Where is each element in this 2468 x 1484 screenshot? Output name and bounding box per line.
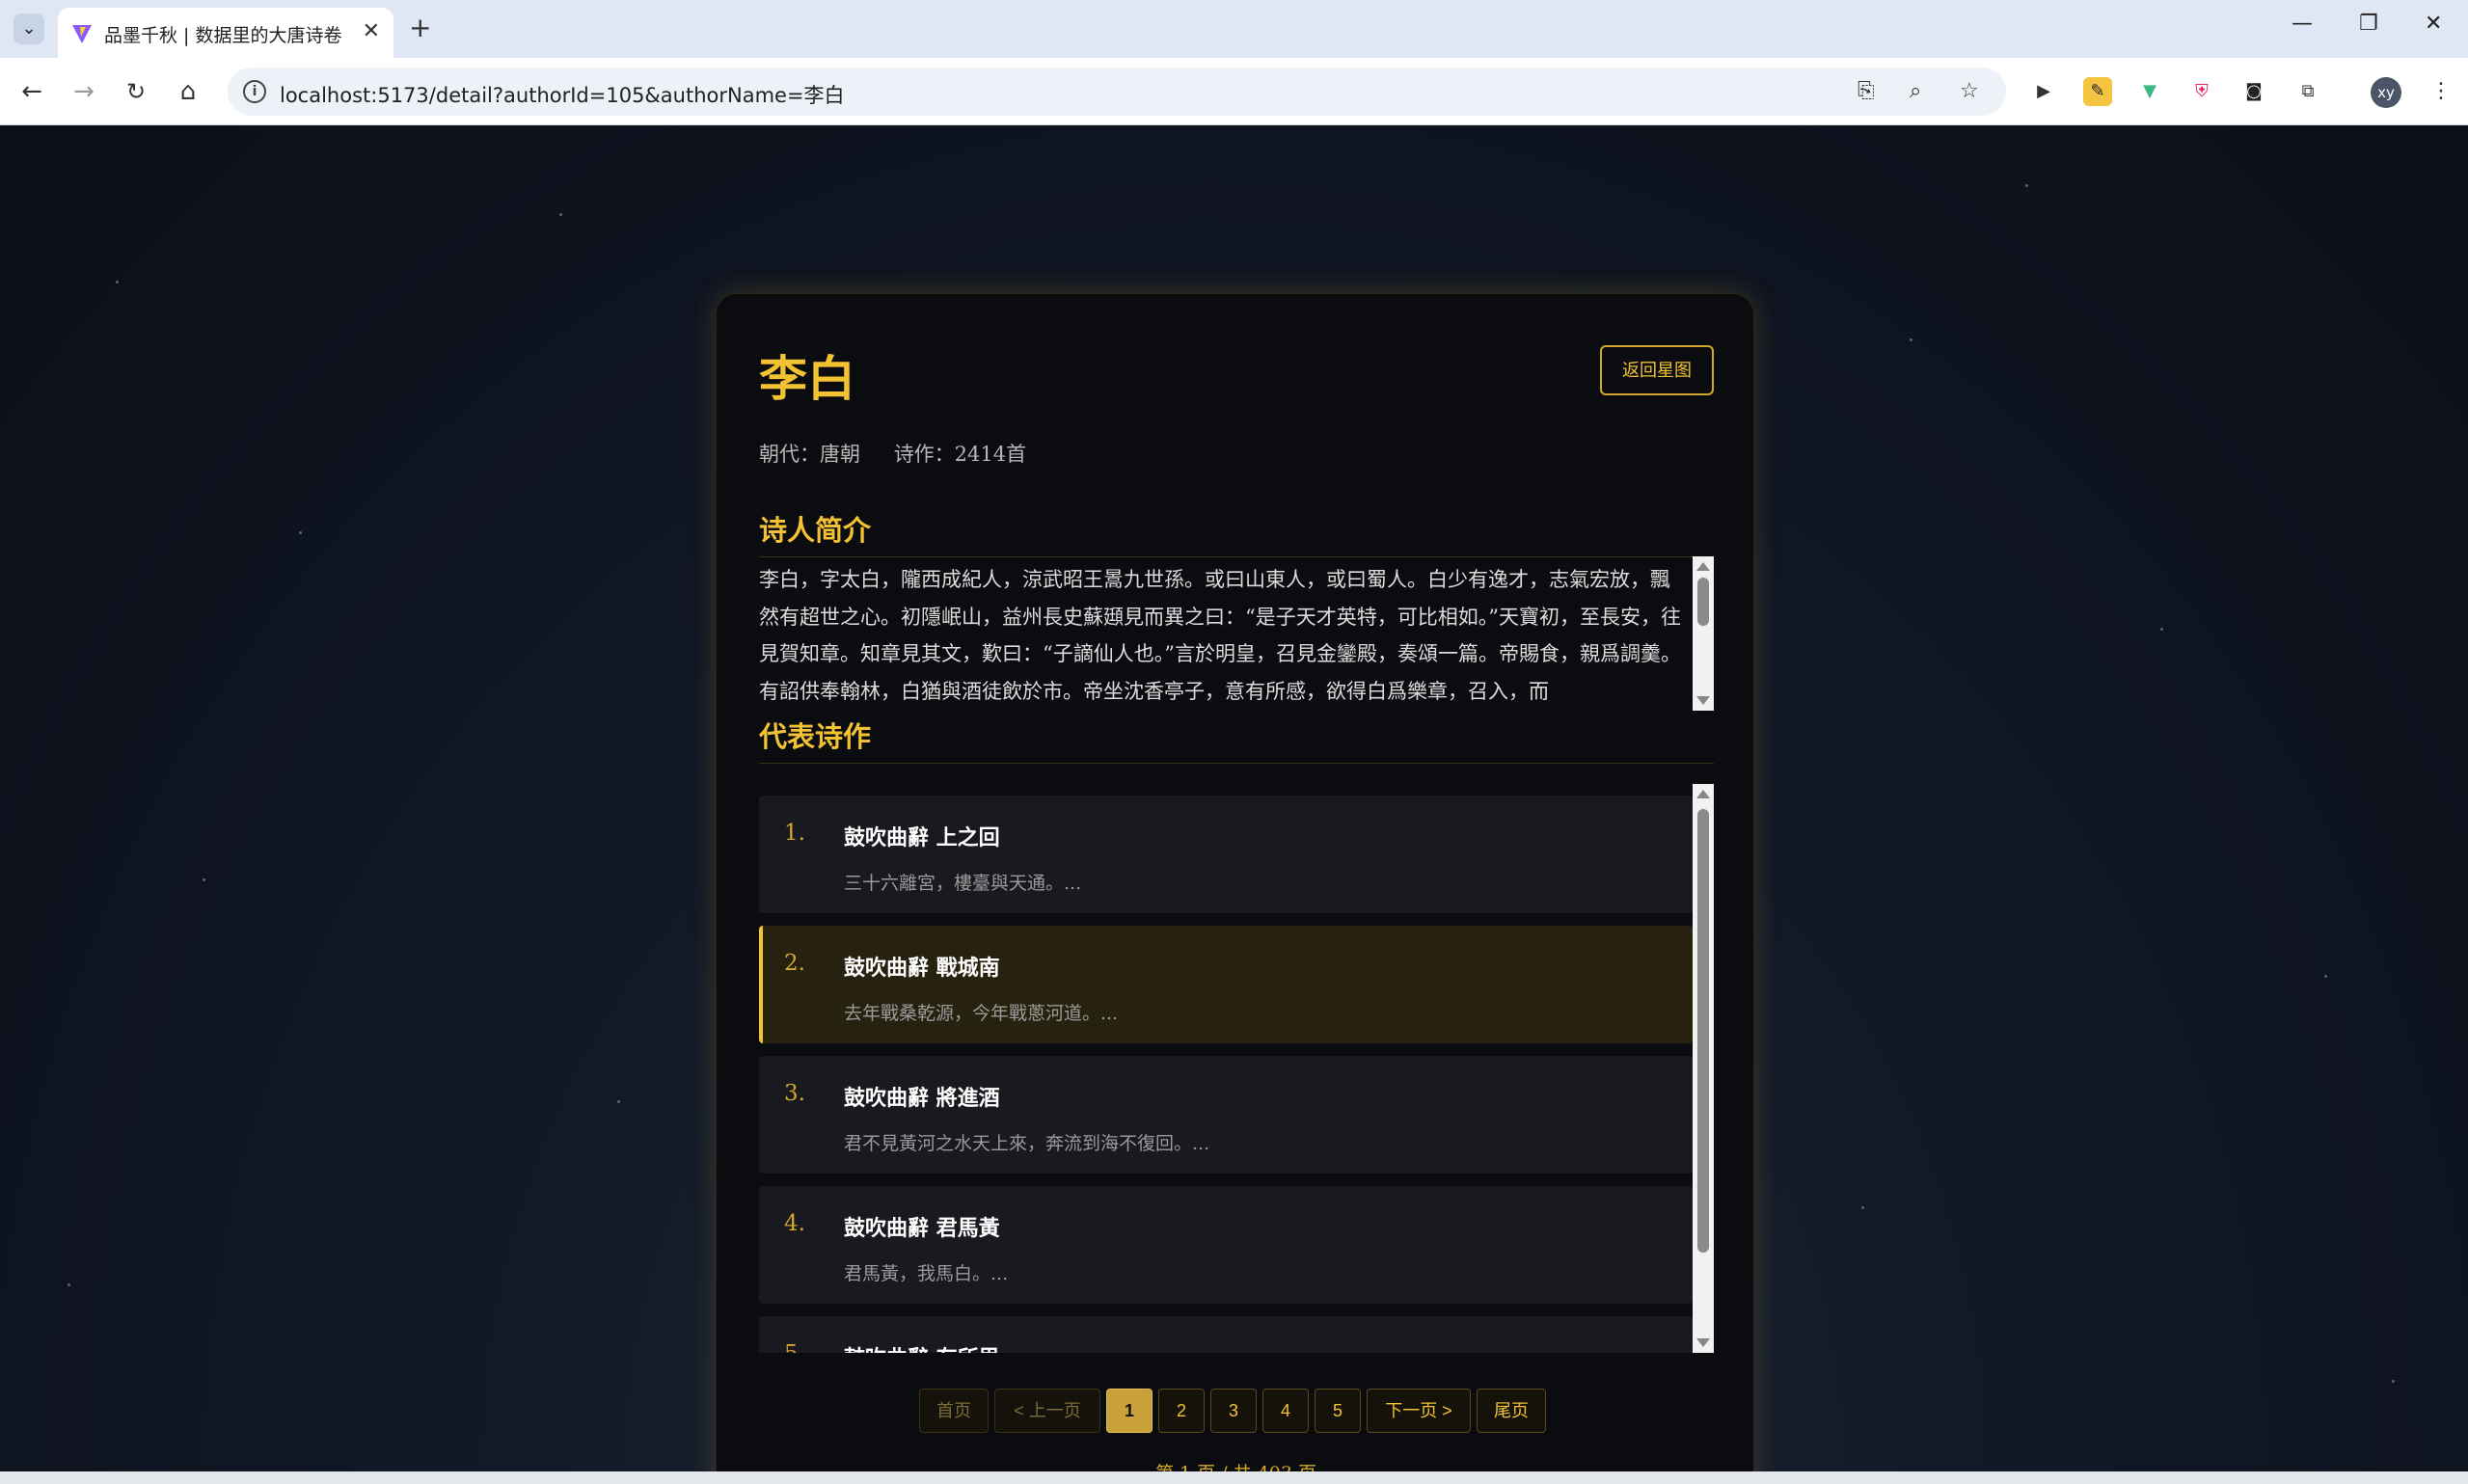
dynasty-label: 朝代：唐朝	[759, 443, 860, 466]
page-button-2[interactable]: 2	[1158, 1389, 1205, 1433]
poems-divider	[759, 763, 1714, 764]
poem-excerpt: 去年戰桑乾源，今年戰蔥河道。...	[844, 1003, 1119, 1024]
poem-number: 1.	[784, 821, 805, 846]
scroll-down-arrow-icon[interactable]	[1696, 1338, 1710, 1347]
poet-name: 李白	[759, 350, 855, 407]
poem-number: 3.	[784, 1081, 805, 1106]
browser-tab-bar: ⌄ 品墨千秋 | 数据里的大唐诗卷 ✕ + — ❐ ✕	[0, 0, 2468, 58]
address-bar[interactable]: i localhost:5173/detail?authorId=105&aut…	[228, 67, 2006, 116]
browser-menu-icon[interactable]: ⋮	[2427, 77, 2455, 106]
poem-number: 2.	[784, 951, 805, 976]
poem-title: 鼓吹曲辭 上之回	[844, 825, 1000, 850]
poem-number: 4.	[784, 1211, 805, 1236]
last-page-button[interactable]: 尾页	[1477, 1389, 1546, 1433]
tab-close-icon[interactable]: ✕	[363, 19, 380, 43]
poem-item[interactable]: 5. 鼓吹曲辭 有所思	[759, 1316, 1693, 1353]
tab-search-chevron-icon[interactable]: ⌄	[14, 13, 44, 44]
poem-list[interactable]: 1. 鼓吹曲辭 上之回 三十六離宮，樓臺與天通。... 2. 鼓吹曲辭 戰城南 …	[759, 784, 1714, 1353]
poem-title: 鼓吹曲辭 將進酒	[844, 1086, 1000, 1111]
site-info-icon[interactable]: i	[243, 80, 266, 103]
page-background: 李白 返回星图 朝代：唐朝 诗作：2414首 诗人简介 李白，字太白，隴西成紀人…	[0, 126, 2468, 1471]
minimize-icon[interactable]: —	[2292, 12, 2313, 36]
poem-title: 鼓吹曲辭 有所思	[844, 1341, 1000, 1353]
poet-meta: 朝代：唐朝 诗作：2414首	[759, 439, 1053, 468]
first-page-button[interactable]: 首页	[919, 1389, 989, 1433]
translate-icon[interactable]: ⎘	[1858, 79, 1875, 103]
page-info: 第 1 页 / 共 403 页	[717, 1459, 1755, 1471]
back-arrow-icon[interactable]: ←	[15, 75, 48, 108]
bio-scrollbar[interactable]	[1693, 556, 1714, 711]
extension-glasses-icon[interactable]: ◙	[2239, 77, 2268, 106]
poem-item[interactable]: 3. 鼓吹曲辭 將進酒 君不見黃河之水天上來，奔流到海不復回。...	[759, 1056, 1693, 1174]
scroll-up-arrow-icon[interactable]	[1696, 562, 1710, 571]
page-button-5[interactable]: 5	[1315, 1389, 1361, 1433]
scroll-down-arrow-icon[interactable]	[1696, 696, 1710, 705]
poet-detail-card: 李白 返回星图 朝代：唐朝 诗作：2414首 诗人简介 李白，字太白，隴西成紀人…	[716, 293, 1754, 1471]
bio-text: 李白，字太白，隴西成紀人，涼武昭王暠九世孫。或曰山東人，或曰蜀人。白少有逸才，志…	[759, 568, 1681, 703]
page-button-3[interactable]: 3	[1210, 1389, 1257, 1433]
browser-tab-active[interactable]: 品墨千秋 | 数据里的大唐诗卷 ✕	[58, 8, 393, 58]
media-play-icon[interactable]: ▶	[2029, 77, 2058, 106]
profile-avatar[interactable]: xy	[2371, 77, 2401, 108]
poem-number: 5.	[784, 1341, 805, 1353]
reload-icon[interactable]: ↻	[120, 75, 152, 108]
poem-item[interactable]: 4. 鼓吹曲辭 君馬黃 君馬黃，我馬白。...	[759, 1186, 1693, 1304]
poem-excerpt: 君不見黃河之水天上來，奔流到海不復回。...	[844, 1133, 1210, 1154]
extension-tag-icon[interactable]: ✎	[2083, 77, 2112, 106]
poem-item-active[interactable]: 2. 鼓吹曲辭 戰城南 去年戰桑乾源，今年戰蔥河道。...	[759, 926, 1693, 1043]
page-button-4[interactable]: 4	[1262, 1389, 1309, 1433]
scroll-up-arrow-icon[interactable]	[1696, 790, 1710, 798]
zoom-icon[interactable]: ⌕	[1910, 79, 1921, 103]
page-button-1[interactable]: 1	[1106, 1389, 1153, 1433]
window-close-icon[interactable]: ✕	[2425, 12, 2442, 36]
poem-excerpt: 三十六離宮，樓臺與天通。...	[844, 873, 1082, 894]
bio-section-title: 诗人简介	[759, 514, 872, 547]
shield-extension-icon[interactable]: ⛨	[2187, 77, 2216, 106]
home-icon[interactable]: ⌂	[172, 75, 204, 108]
poem-list-scroll-thumb[interactable]	[1697, 809, 1709, 1253]
url-text[interactable]: localhost:5173/detail?authorId=105&autho…	[280, 80, 845, 109]
poem-excerpt: 君馬黃，我馬白。...	[844, 1263, 1009, 1284]
tab-title: 品墨千秋 | 数据里的大唐诗卷	[104, 25, 342, 46]
bottom-strip	[0, 1471, 2468, 1484]
bookmark-star-icon[interactable]: ☆	[1960, 79, 1979, 103]
vue-devtools-icon[interactable]: ▼	[2135, 77, 2164, 106]
restore-icon[interactable]: ❐	[2359, 12, 2378, 36]
poem-count-label: 诗作：2414首	[893, 443, 1027, 466]
bio-scroll-box[interactable]: 李白，字太白，隴西成紀人，涼武昭王暠九世孫。或曰山東人，或曰蜀人。白少有逸才，志…	[759, 556, 1714, 711]
poems-section-title: 代表诗作	[759, 720, 872, 753]
poem-title: 鼓吹曲辭 戰城南	[844, 956, 1000, 981]
poem-title: 鼓吹曲辭 君馬黃	[844, 1216, 1000, 1241]
new-tab-icon[interactable]: +	[409, 12, 431, 43]
poem-list-scrollbar[interactable]	[1693, 784, 1714, 1353]
bio-scroll-thumb[interactable]	[1697, 578, 1709, 626]
extensions-puzzle-icon[interactable]: ⧉	[2293, 77, 2322, 106]
forward-arrow-icon[interactable]: →	[68, 75, 100, 108]
back-to-star-map-button[interactable]: 返回星图	[1600, 345, 1714, 395]
prev-page-button[interactable]: < 上一页	[994, 1389, 1100, 1433]
vite-favicon-icon	[72, 25, 92, 43]
poem-item[interactable]: 1. 鼓吹曲辭 上之回 三十六離宮，樓臺與天通。...	[759, 796, 1693, 913]
browser-toolbar: ← → ↻ ⌂ i localhost:5173/detail?authorId…	[0, 58, 2468, 125]
next-page-button[interactable]: 下一页 >	[1367, 1389, 1471, 1433]
